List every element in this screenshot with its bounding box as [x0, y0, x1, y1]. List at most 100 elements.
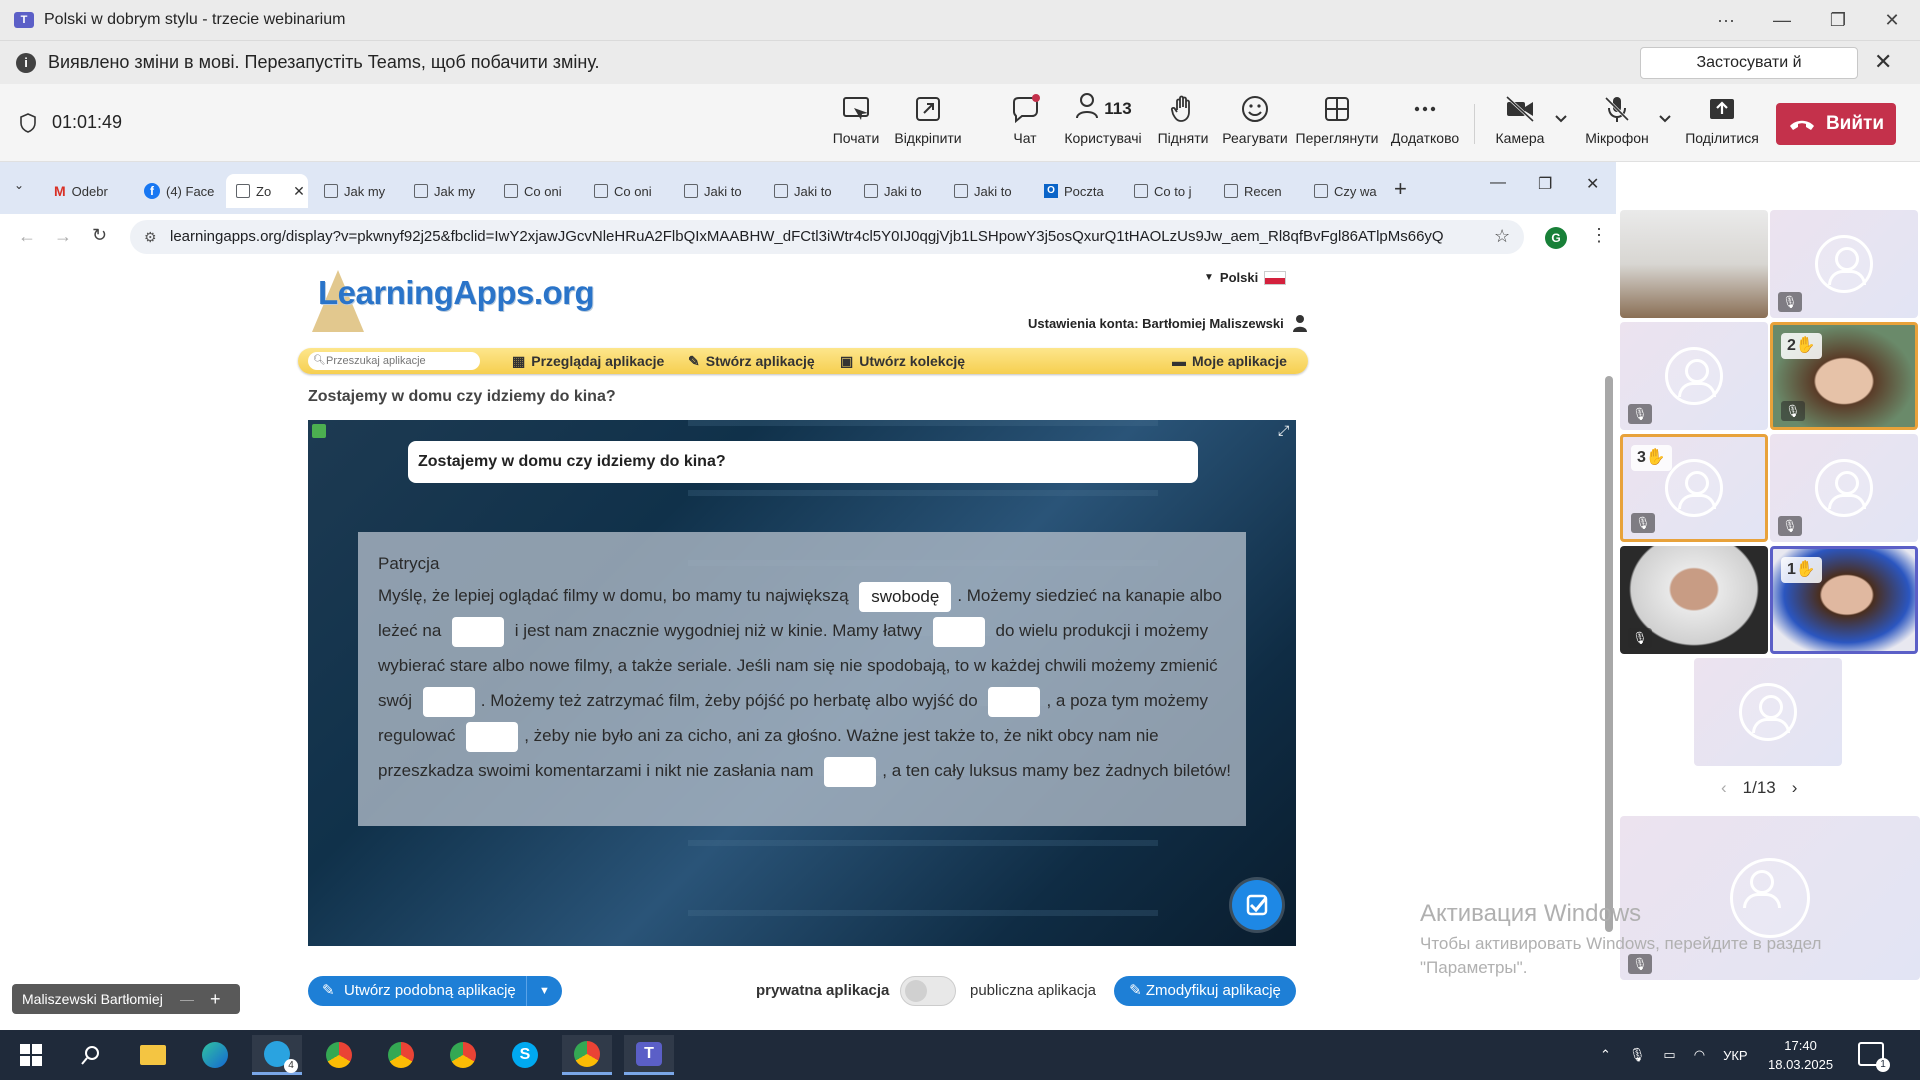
- tab-outlook[interactable]: O Poczta: [1034, 174, 1124, 208]
- tab-6[interactable]: Co oni: [584, 174, 672, 208]
- battery-icon[interactable]: ▭: [1663, 1047, 1675, 1063]
- close-window-button[interactable]: ✕: [1864, 0, 1920, 40]
- gap-empty[interactable]: [988, 686, 1041, 717]
- profile-avatar[interactable]: G: [1545, 227, 1567, 249]
- tab-5[interactable]: Co oni: [494, 174, 582, 208]
- more-button[interactable]: Додатково: [1390, 94, 1460, 154]
- search-icon[interactable]: [66, 1035, 116, 1075]
- tab-12[interactable]: Co to j: [1124, 174, 1212, 208]
- more-options-icon[interactable]: ···: [1698, 0, 1754, 40]
- tray-mic-icon[interactable]: 🎙︎: [1629, 1047, 1646, 1063]
- gap-empty[interactable]: [824, 756, 877, 787]
- tab-search-chevron-icon[interactable]: ⌄: [14, 178, 24, 192]
- browser-close-button[interactable]: ✕: [1586, 174, 1599, 194]
- check-answers-button[interactable]: [1232, 880, 1282, 930]
- gap-filled[interactable]: swobodę: [859, 581, 952, 612]
- mic-options-chevron-icon[interactable]: [1658, 114, 1672, 124]
- site-logo[interactable]: LearningApps.org: [318, 274, 595, 312]
- tab-3[interactable]: Jak my: [314, 174, 402, 208]
- tab-active-learningapps[interactable]: Zo ✕: [226, 174, 308, 208]
- create-similar-app-button[interactable]: ✎ Utwórz podobną aplikację ▼: [308, 976, 562, 1006]
- participant-tile-speaking[interactable]: 1✋: [1770, 546, 1918, 654]
- bookmark-star-icon[interactable]: ☆: [1494, 226, 1510, 247]
- start-windows-icon[interactable]: [6, 1035, 56, 1075]
- forward-arrow-icon[interactable]: →: [54, 226, 72, 247]
- chrome-active-icon[interactable]: [562, 1035, 612, 1075]
- dropdown-chevron-icon[interactable]: ▼: [526, 976, 562, 1006]
- fullscreen-icon[interactable]: ⤢: [1278, 422, 1289, 439]
- close-tab-icon[interactable]: ✕: [293, 183, 305, 200]
- prev-page-icon[interactable]: ‹: [1721, 778, 1727, 798]
- back-arrow-icon[interactable]: ←: [18, 226, 36, 247]
- reload-icon[interactable]: ↻: [92, 225, 107, 246]
- app-search-input[interactable]: 🔍︎ Przeszukaj aplikacje: [308, 352, 480, 370]
- people-button[interactable]: 113 Користувачі: [1064, 93, 1142, 154]
- edge-icon[interactable]: [190, 1035, 240, 1075]
- browser-menu-icon[interactable]: ⋮: [1590, 225, 1608, 246]
- close-notice-icon[interactable]: ✕: [1874, 49, 1892, 75]
- participant-tile[interactable]: 🎙︎: [1770, 210, 1918, 318]
- camera-options-chevron-icon[interactable]: [1554, 114, 1568, 124]
- tab-13[interactable]: Recen: [1214, 174, 1302, 208]
- camera-button[interactable]: Камера: [1494, 94, 1546, 154]
- chrome-icon[interactable]: [314, 1035, 364, 1075]
- start-button[interactable]: Почати: [830, 94, 882, 154]
- participant-tile[interactable]: 🎙︎: [1620, 322, 1768, 430]
- apply-restart-button[interactable]: Застосувати й перезапустити: [1640, 47, 1858, 101]
- minimize-icon[interactable]: —: [180, 984, 194, 1014]
- language-selector[interactable]: ▼ Polski: [1204, 270, 1287, 285]
- nav-create-collection[interactable]: ▣ Utwórz kolekcję: [840, 348, 965, 374]
- site-info-icon[interactable]: ⚙: [144, 220, 157, 254]
- file-explorer-icon[interactable]: [128, 1035, 178, 1075]
- chrome-profile-icon[interactable]: [376, 1035, 426, 1075]
- gap-empty[interactable]: [452, 616, 505, 647]
- gap-empty[interactable]: [932, 616, 985, 647]
- notifications-icon[interactable]: 1: [1858, 1042, 1890, 1072]
- visibility-toggle[interactable]: [900, 976, 956, 1006]
- participant-tile-hand-raised[interactable]: 3✋ 🎙︎: [1620, 434, 1768, 542]
- teams-icon[interactable]: T: [624, 1035, 674, 1075]
- participant-tile[interactable]: [1694, 658, 1842, 766]
- tab-10[interactable]: Jaki to: [944, 174, 1032, 208]
- chrome-profile-icon[interactable]: [438, 1035, 488, 1075]
- view-button[interactable]: Переглянути: [1296, 94, 1378, 154]
- nav-my-apps[interactable]: ▬ Moje aplikacje: [1172, 348, 1287, 374]
- tab-facebook[interactable]: f (4) Face: [134, 174, 220, 208]
- maximize-button[interactable]: ❐: [1810, 0, 1866, 40]
- minimize-button[interactable]: —: [1754, 0, 1810, 40]
- microphone-button[interactable]: Мікрофон: [1582, 94, 1652, 154]
- react-button[interactable]: Реагувати: [1222, 94, 1288, 154]
- participant-tile[interactable]: 🎙︎: [1770, 434, 1918, 542]
- tab-14[interactable]: Czy wa: [1304, 174, 1392, 208]
- tab-8[interactable]: Jaki to: [764, 174, 852, 208]
- participant-tile-video[interactable]: [1620, 210, 1768, 318]
- raise-hand-button[interactable]: Підняти: [1158, 94, 1208, 154]
- address-bar[interactable]: ⚙ learningapps.org/display?v=pkwnyf92j25&…: [130, 220, 1524, 254]
- tab-7[interactable]: Jaki to: [674, 174, 762, 208]
- skype-icon[interactable]: S: [500, 1035, 550, 1075]
- leave-button[interactable]: Вийти: [1776, 103, 1896, 145]
- tab-gmail[interactable]: M Odebr: [44, 174, 124, 208]
- tab-9[interactable]: Jaki to: [854, 174, 942, 208]
- taskbar-clock[interactable]: 17:40 18.03.2025: [1768, 1036, 1833, 1074]
- new-tab-icon[interactable]: +: [1394, 176, 1407, 202]
- nav-create-app[interactable]: ✎ Stwórz aplikację: [688, 348, 815, 374]
- tab-4[interactable]: Jak my: [404, 174, 492, 208]
- nav-browse-apps[interactable]: ▦ Przeglądaj aplikacje: [512, 348, 664, 374]
- gap-empty[interactable]: [422, 686, 475, 717]
- tray-chevron-icon[interactable]: ⌃: [1600, 1047, 1611, 1063]
- chat-button[interactable]: Чат: [1008, 94, 1042, 154]
- add-icon[interactable]: +: [210, 984, 221, 1014]
- browser-restore-button[interactable]: ❐: [1538, 174, 1552, 194]
- account-settings-link[interactable]: Ustawienia konta: Bartłomiej Maliszewski: [1028, 314, 1308, 332]
- participant-tile-video[interactable]: 🎙︎: [1620, 546, 1768, 654]
- next-page-icon[interactable]: ›: [1792, 778, 1798, 798]
- input-language[interactable]: УКР: [1723, 1048, 1748, 1063]
- wifi-icon[interactable]: ◠: [1694, 1047, 1705, 1063]
- modify-app-button[interactable]: ✎ Zmodyfikuj aplikację: [1114, 976, 1296, 1006]
- telegram-icon[interactable]: 4: [252, 1035, 302, 1075]
- browser-minimize-button[interactable]: —: [1490, 174, 1506, 192]
- share-button[interactable]: Поділитися: [1680, 94, 1764, 154]
- open-button[interactable]: Відкріпити: [892, 94, 964, 154]
- page-scrollbar[interactable]: [1605, 376, 1613, 932]
